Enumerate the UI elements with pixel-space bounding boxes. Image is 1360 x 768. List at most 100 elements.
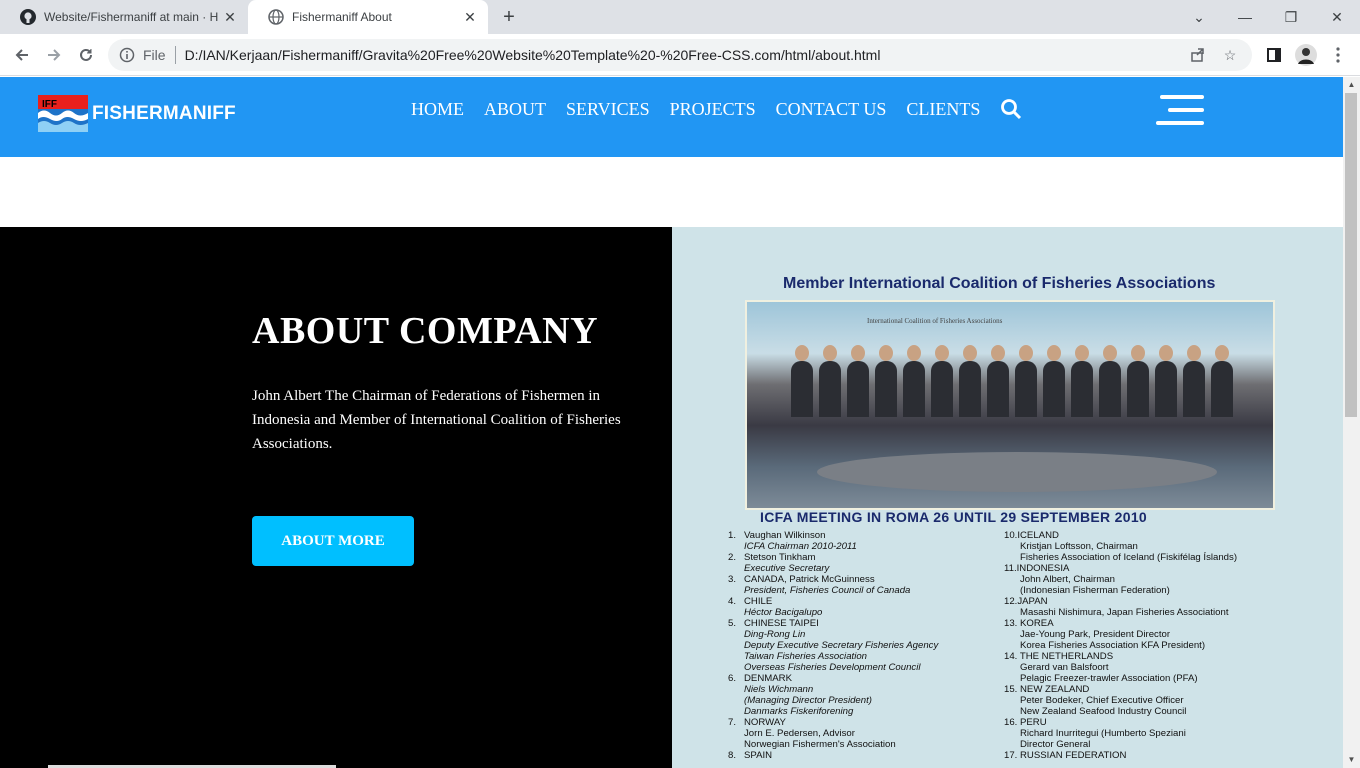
divider [174,46,176,64]
back-button[interactable] [10,43,34,67]
tab-title: Website/Fishermaniff at main · H [44,10,219,24]
person-figure [1127,361,1149,417]
about-image: Member International Coalition of Fisher… [672,227,1343,768]
close-window-button[interactable]: ✕ [1314,0,1360,34]
person-head [823,345,837,361]
member-line: Director General [1004,739,1091,750]
site-logo[interactable]: IFF FISHERMANIFF [38,95,236,132]
member-line: 11.INDONESIA [1004,563,1070,574]
person-figure [959,361,981,417]
person-figure [987,361,1009,417]
group-photo: International Coalition of Fisheries Ass… [745,300,1275,510]
person-head [907,345,921,361]
member-line: Deputy Executive Secretary Fisheries Age… [728,640,939,651]
profile-avatar[interactable] [1294,43,1318,67]
person-head [1131,345,1145,361]
member-line: 1. Vaughan Wilkinson [728,530,826,541]
nav-projects[interactable]: PROJECTS [670,99,756,120]
close-icon[interactable]: ✕ [222,9,238,25]
member-line: Jorn E. Pedersen, Advisor [728,728,855,739]
avatar-icon [1295,44,1317,66]
person-figure [819,361,841,417]
side-panel-icon [1267,48,1281,62]
member-line: Richard Inurritegui (Humberto Speziani [1004,728,1186,739]
person-head [1159,345,1173,361]
site-header: IFF FISHERMANIFF HOME ABOUT SERVICES PRO… [0,77,1343,157]
member-line: Danmarks Fiskeriforening [728,706,854,717]
person-figure [1071,361,1093,417]
browser-tab-about[interactable]: Fishermaniff About ✕ [248,0,488,34]
nav-contact-us[interactable]: CONTACT US [776,99,887,120]
member-line: Héctor Bacigalupo [728,607,823,618]
document-subtitle: ICFA MEETING IN ROMA 26 UNTIL 29 SEPTEMB… [760,509,1147,525]
member-line: 2. Stetson Tinkham [728,552,816,563]
person-head [1103,345,1117,361]
share-icon[interactable] [1188,45,1208,65]
minimize-button[interactable]: — [1222,0,1268,34]
person-figure [875,361,897,417]
side-panel-button[interactable] [1262,43,1286,67]
bookmark-star-icon[interactable]: ☆ [1220,45,1240,65]
person-figure [1099,361,1121,417]
member-line: Gerard van Balsfoort [1004,662,1109,673]
person-figure [1043,361,1065,417]
nav-services[interactable]: SERVICES [566,99,650,120]
scroll-up-arrow-icon[interactable]: ▲ [1343,77,1360,93]
scroll-down-arrow-icon[interactable]: ▼ [1343,752,1360,768]
main-nav: HOME ABOUT SERVICES PROJECTS CONTACT US … [411,98,1022,120]
conference-table [817,452,1217,492]
browser-tab-github[interactable]: Website/Fishermaniff at main · H ✕ [0,0,248,34]
member-line: 16. PERU [1004,717,1047,728]
person-head [795,345,809,361]
about-more-button[interactable]: ABOUT MORE [252,516,414,566]
member-line: 4. CHILE [728,596,773,607]
restore-button[interactable]: ❐ [1268,0,1314,34]
browser-tab-bar: Website/Fishermaniff at main · H ✕ Fishe… [0,0,1360,34]
member-line: 7. NORWAY [728,717,786,728]
search-icon[interactable] [1000,98,1022,120]
scrollbar-thumb[interactable] [1345,93,1357,417]
member-line: 8. SPAIN [728,750,773,761]
member-line: 6. DENMARK [728,673,792,684]
address-bar[interactable]: File D:/IAN/Kerjaan/Fishermaniff/Gravita… [108,39,1252,71]
member-line: New Zealand Seafood Industry Council [1004,706,1187,717]
member-line: 3. CANADA, Patrick McGuinness [728,574,875,585]
reload-icon [80,48,92,61]
reload-button[interactable] [74,43,98,67]
member-line: Taiwan Fisheries Association [728,651,867,662]
document-title: Member International Coalition of Fisher… [783,275,1216,292]
vertical-scrollbar[interactable]: ▲ ▼ [1343,77,1360,768]
member-line: Pelagic Freezer-trawler Association (PFA… [1004,673,1198,684]
person-head [963,345,977,361]
browser-toolbar: File D:/IAN/Kerjaan/Fishermaniff/Gravita… [0,34,1360,76]
member-line: Fisheries Association of Iceland (Fiskif… [1004,552,1238,563]
menu-kebab-icon[interactable] [1326,43,1350,67]
person-head [879,345,893,361]
logo-mark-icon: IFF [38,95,88,132]
member-line: 12.JAPAN [1004,596,1048,607]
nav-about[interactable]: ABOUT [484,99,546,120]
tab-search-chevron-icon[interactable]: ⌄ [1176,0,1222,34]
member-line: Kristjan Loftsson, Chairman [1004,541,1138,552]
member-line: Niels Wichmann [728,684,814,695]
info-icon[interactable] [119,47,135,63]
member-line: 5. CHINESE TAIPEI [728,618,819,629]
github-icon [20,9,36,25]
close-icon[interactable]: ✕ [462,9,478,25]
person-figure [1183,361,1205,417]
new-tab-button[interactable]: + [498,6,520,28]
person-head [935,345,949,361]
nav-home[interactable]: HOME [411,99,464,120]
member-line: Peter Bodeker, Chief Executive Officer [1004,695,1184,706]
nav-clients[interactable]: CLIENTS [906,99,980,120]
globe-icon [268,9,284,25]
forward-button[interactable] [42,43,66,67]
scheme-label: File [143,47,166,63]
member-line: 17. RUSSIAN FEDERATION [1004,750,1127,761]
url-text[interactable]: D:/IAN/Kerjaan/Fishermaniff/Gravita%20Fr… [185,47,1188,63]
hamburger-menu-icon[interactable] [1156,95,1204,125]
person-figure [791,361,813,417]
person-figure [903,361,925,417]
member-line: President, Fisheries Council of Canada [728,585,911,596]
about-title: ABOUT COMPANY [252,310,599,352]
